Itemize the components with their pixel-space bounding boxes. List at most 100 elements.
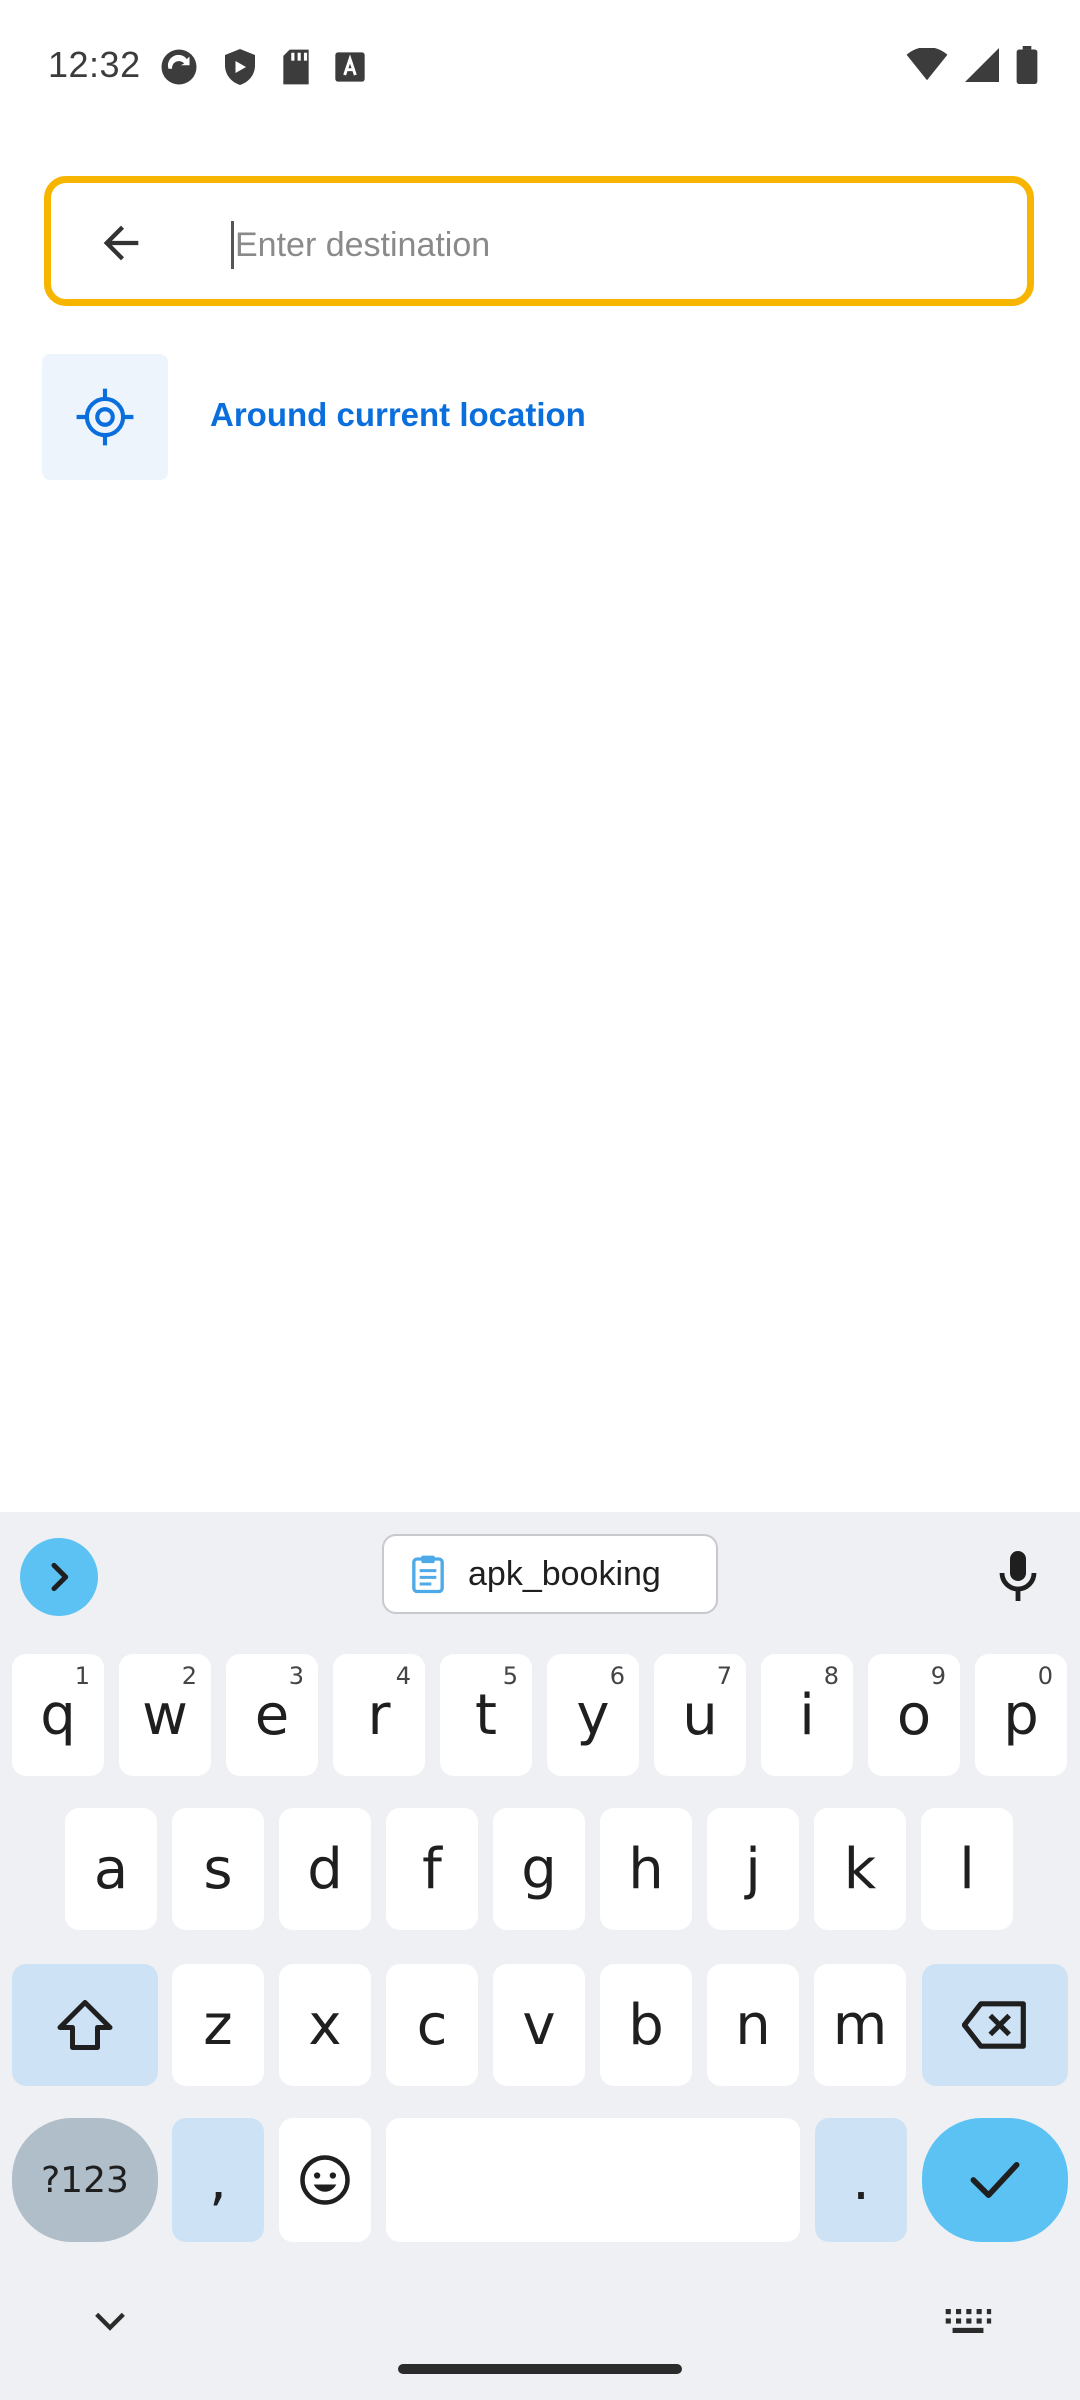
key-q[interactable]: q1 [12, 1654, 104, 1776]
key-hint: 2 [181, 1662, 197, 1690]
key-l[interactable]: l [921, 1808, 1013, 1930]
key-hint: 6 [609, 1662, 625, 1690]
key-r[interactable]: r4 [333, 1654, 425, 1776]
suggestion-current-location[interactable]: Around current location [42, 354, 1042, 480]
keyboard-toolbar: apk_booking [0, 1512, 1080, 1636]
key-i[interactable]: i8 [761, 1654, 853, 1776]
comma-key[interactable]: , [172, 2118, 264, 2242]
key-p[interactable]: p0 [975, 1654, 1067, 1776]
symbols-key[interactable]: ?123 [12, 2118, 158, 2242]
key-hint: 8 [823, 1662, 839, 1690]
key-hint: 4 [395, 1662, 411, 1690]
shift-key[interactable] [12, 1964, 158, 2086]
key-f[interactable]: f [386, 1808, 478, 1930]
key-char: q [40, 1682, 76, 1748]
battery-icon [1016, 46, 1038, 84]
key-char: y [576, 1682, 610, 1748]
key-o[interactable]: o9 [868, 1654, 960, 1776]
system-nav-bar [0, 2284, 1080, 2400]
key-y[interactable]: y6 [547, 1654, 639, 1776]
key-char: o [896, 1682, 932, 1748]
status-notification-icons [158, 46, 366, 88]
status-system-icons [906, 46, 1038, 84]
destination-input[interactable] [235, 207, 995, 283]
key-g[interactable]: g [493, 1808, 585, 1930]
key-j[interactable]: j [707, 1808, 799, 1930]
key-char: b [628, 1992, 664, 2058]
enter-key[interactable] [922, 2118, 1068, 2242]
key-e[interactable]: e3 [226, 1654, 318, 1776]
key-hint: 7 [716, 1662, 732, 1690]
key-char: k [843, 1836, 877, 1902]
key-u[interactable]: u7 [654, 1654, 746, 1776]
key-char: m [832, 1992, 888, 2058]
sync-icon [161, 49, 197, 85]
key-char: f [422, 1836, 442, 1902]
font-a-icon [335, 52, 365, 82]
microphone-icon [999, 1551, 1037, 1601]
screen: 12:32 Around [0, 0, 1080, 2400]
key-char: x [308, 1992, 342, 2058]
key-char: c [416, 1992, 448, 2058]
sd-card-icon [283, 49, 309, 85]
key-s[interactable]: s [172, 1808, 264, 1930]
key-hint: 3 [288, 1662, 304, 1690]
home-gesture-pill[interactable] [398, 2364, 682, 2374]
key-hint: 9 [930, 1662, 946, 1690]
space-key[interactable] [386, 2118, 800, 2242]
key-char: w [142, 1682, 188, 1748]
key-char: g [521, 1836, 557, 1902]
status-time: 12:32 [48, 44, 141, 85]
signal-icon [965, 48, 999, 82]
destination-search-box [44, 176, 1034, 306]
key-char: u [682, 1682, 718, 1748]
key-n[interactable]: n [707, 1964, 799, 2086]
voice-input-button[interactable] [988, 1542, 1048, 1612]
key-z[interactable]: z [172, 1964, 264, 2086]
gps-target-icon [76, 388, 134, 446]
key-char: t [475, 1682, 497, 1748]
emoji-key[interactable] [279, 2118, 371, 2242]
key-h[interactable]: h [600, 1808, 692, 1930]
period-key[interactable]: . [815, 2118, 907, 2242]
location-icon-container [42, 354, 168, 480]
key-char: v [522, 1992, 556, 2058]
keyboard-hide-chevron-icon[interactable] [90, 2306, 130, 2336]
key-hint: 0 [1037, 1662, 1053, 1690]
key-w[interactable]: w2 [119, 1654, 211, 1776]
key-k[interactable]: k [814, 1808, 906, 1930]
key-char: a [93, 1836, 129, 1902]
wifi-icon [906, 48, 948, 81]
soft-keyboard: apk_booking q1w2e3r4t5y6u7i8o9p0asdfghjk… [0, 1512, 1080, 2400]
emoji-icon [300, 2155, 350, 2205]
key-d[interactable]: d [279, 1808, 371, 1930]
key-a[interactable]: a [65, 1808, 157, 1930]
key-hint: 1 [74, 1662, 90, 1690]
key-char: p [1003, 1682, 1039, 1748]
key-char: e [254, 1682, 290, 1748]
key-x[interactable]: x [279, 1964, 371, 2086]
clipboard-suggestion-chip[interactable]: apk_booking [382, 1534, 718, 1614]
key-b[interactable]: b [600, 1964, 692, 2086]
back-arrow-icon [103, 225, 139, 261]
key-char: r [367, 1682, 391, 1748]
key-v[interactable]: v [493, 1964, 585, 2086]
status-bar: 12:32 [0, 0, 1080, 132]
key-char: d [307, 1836, 343, 1902]
text-cursor [231, 221, 234, 269]
backspace-key[interactable] [922, 1964, 1068, 2086]
keyboard-switch-icon[interactable] [944, 2306, 992, 2336]
chevron-right-icon [51, 1562, 69, 1592]
key-m[interactable]: m [814, 1964, 906, 2086]
keyboard-expand-button[interactable] [20, 1538, 98, 1616]
shift-icon [57, 2000, 113, 2050]
clipboard-icon [410, 1554, 446, 1594]
key-c[interactable]: c [386, 1964, 478, 2086]
suggestion-label: Around current location [210, 396, 586, 433]
key-t[interactable]: t5 [440, 1654, 532, 1776]
clipboard-chip-text: apk_booking [468, 1554, 661, 1593]
back-button[interactable] [89, 211, 153, 275]
key-char: j [745, 1836, 761, 1902]
key-char: l [959, 1836, 975, 1902]
key-char: n [735, 1992, 771, 2058]
